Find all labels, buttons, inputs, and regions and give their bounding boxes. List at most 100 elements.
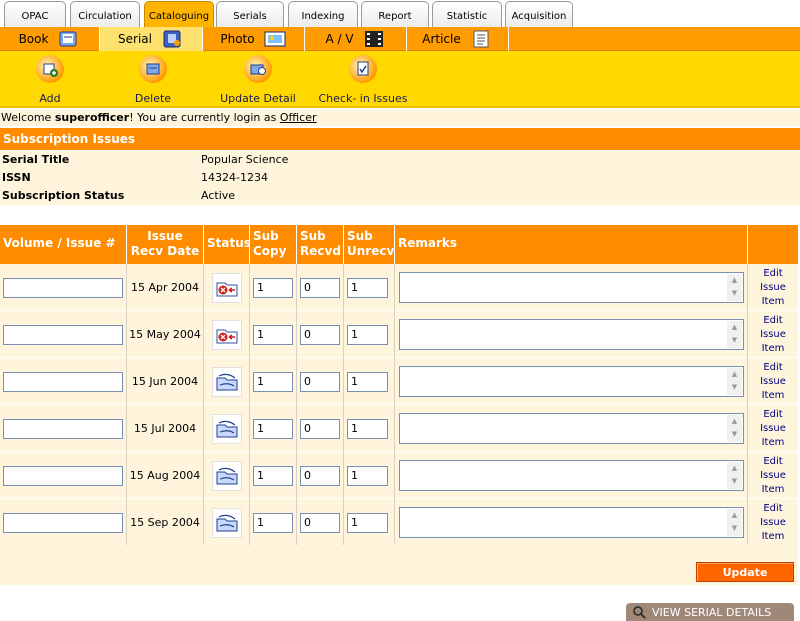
remarks-textarea[interactable]: ▲ ▼: [399, 507, 744, 538]
recv-date: 15 Sep 2004: [130, 516, 200, 529]
tab-statistic[interactable]: Statistic: [432, 1, 502, 28]
tab-cataloguing[interactable]: Cataloguing: [144, 1, 214, 28]
column-header-text: Status: [207, 236, 251, 250]
status-icon[interactable]: [211, 366, 242, 397]
remarks-scrollbar[interactable]: ▲ ▼: [727, 368, 742, 395]
check-in-issues-button[interactable]: Check- in Issues: [318, 55, 408, 105]
status-cell: [204, 358, 250, 405]
tab-circulation[interactable]: Circulation: [70, 1, 140, 28]
tab-indexing[interactable]: Indexing: [288, 1, 358, 28]
scroll-down-icon[interactable]: ▼: [727, 475, 742, 488]
update-button[interactable]: Update: [696, 562, 794, 582]
update-detail-button[interactable]: Update Detail: [218, 55, 298, 105]
edit-issue-item-link[interactable]: Edit Issue Item: [748, 267, 798, 309]
edit-issue-item-link[interactable]: Edit Issue Item: [748, 314, 798, 356]
scroll-down-icon[interactable]: ▼: [727, 334, 742, 347]
edit-link-line: Issue: [760, 375, 786, 387]
scroll-up-icon[interactable]: ▲: [727, 368, 742, 381]
scroll-down-icon[interactable]: ▼: [727, 428, 742, 441]
sub-unrecv-input[interactable]: [347, 465, 388, 486]
column-header-volume: Volume / Issue #: [0, 225, 127, 264]
volume-input[interactable]: [3, 418, 123, 439]
tab-serials[interactable]: Serials: [216, 1, 284, 28]
sub-copy-input[interactable]: [253, 465, 293, 486]
welcome-user: superofficer: [54, 111, 130, 124]
scroll-up-icon[interactable]: ▲: [727, 509, 742, 522]
subnav-label: Photo: [220, 32, 255, 46]
scroll-up-icon[interactable]: ▲: [727, 415, 742, 428]
edit-issue-item-link[interactable]: Edit Issue Item: [748, 455, 798, 497]
recv-date: 15 Jul 2004: [133, 422, 197, 435]
edit-cell: Edit Issue Item: [748, 264, 798, 311]
sub-recvd-input[interactable]: [300, 277, 340, 298]
remarks-textarea[interactable]: ▲ ▼: [399, 319, 744, 350]
info-label: Subscription Status: [2, 189, 125, 202]
volume-input[interactable]: [3, 512, 123, 533]
scroll-down-icon[interactable]: ▼: [727, 522, 742, 535]
sub-copy-cell: [250, 405, 297, 452]
table-row: 15 Aug 2004 ▲ ▼ Edit Issue Item: [0, 452, 798, 499]
subnav-av[interactable]: A / V: [305, 27, 407, 51]
status-icon[interactable]: [211, 272, 242, 303]
tab-label: Acquisition: [511, 10, 567, 22]
role-link[interactable]: Officer: [280, 111, 317, 124]
volume-input[interactable]: [3, 371, 123, 392]
tab-report[interactable]: Report: [361, 1, 429, 28]
check-in-issues-label: Check- in Issues: [318, 92, 408, 105]
sub-unrecv-input[interactable]: [347, 324, 388, 345]
status-icon[interactable]: [211, 460, 242, 491]
book-icon: [59, 31, 77, 47]
sub-recvd-input[interactable]: [300, 512, 340, 533]
subnav-book[interactable]: Book: [0, 27, 100, 51]
remarks-scrollbar[interactable]: ▲ ▼: [727, 415, 742, 442]
delete-button[interactable]: Delete: [123, 55, 183, 105]
tab-acquisition[interactable]: Acquisition: [505, 1, 573, 28]
remarks-scrollbar[interactable]: ▲ ▼: [727, 274, 742, 301]
add-button[interactable]: Add: [20, 55, 80, 105]
volume-input[interactable]: [3, 277, 123, 298]
sub-copy-input[interactable]: [253, 277, 293, 298]
sub-copy-input[interactable]: [253, 371, 293, 392]
status-icon[interactable]: [211, 507, 242, 538]
edit-issue-item-link[interactable]: Edit Issue Item: [748, 502, 798, 544]
status-icon[interactable]: [211, 413, 242, 444]
sub-recvd-input[interactable]: [300, 465, 340, 486]
remarks-textarea[interactable]: ▲ ▼: [399, 413, 744, 444]
sub-recvd-input[interactable]: [300, 324, 340, 345]
table-row: 15 Jul 2004 ▲ ▼ Edit Issue Item: [0, 405, 798, 452]
sub-recvd-input[interactable]: [300, 418, 340, 439]
remarks-scrollbar[interactable]: ▲ ▼: [727, 462, 742, 489]
tab-opac[interactable]: OPAC: [4, 1, 66, 28]
remarks-textarea[interactable]: ▲ ▼: [399, 272, 744, 303]
sub-unrecv-input[interactable]: [347, 371, 388, 392]
subnav-serial[interactable]: Serial: [100, 27, 203, 51]
edit-issue-item-link[interactable]: Edit Issue Item: [748, 408, 798, 450]
scroll-up-icon[interactable]: ▲: [727, 321, 742, 334]
subnav-article[interactable]: Article: [407, 27, 509, 51]
volume-input[interactable]: [3, 465, 123, 486]
volume-input[interactable]: [3, 324, 123, 345]
sub-unrecv-input[interactable]: [347, 512, 388, 533]
photo-icon: [264, 31, 286, 47]
remarks-scrollbar[interactable]: ▲ ▼: [727, 509, 742, 536]
sub-recvd-cell: [297, 311, 344, 358]
edit-issue-item-link[interactable]: Edit Issue Item: [748, 361, 798, 403]
edit-link-line: Item: [761, 436, 785, 448]
sub-copy-input[interactable]: [253, 512, 293, 533]
sub-recvd-cell: [297, 499, 344, 546]
scroll-down-icon[interactable]: ▼: [727, 287, 742, 300]
remarks-textarea[interactable]: ▲ ▼: [399, 366, 744, 397]
sub-recvd-input[interactable]: [300, 371, 340, 392]
sub-copy-input[interactable]: [253, 324, 293, 345]
scroll-up-icon[interactable]: ▲: [727, 274, 742, 287]
subnav-photo[interactable]: Photo: [203, 27, 305, 51]
status-icon[interactable]: [211, 319, 242, 350]
sub-unrecv-input[interactable]: [347, 418, 388, 439]
sub-copy-input[interactable]: [253, 418, 293, 439]
remarks-textarea[interactable]: ▲ ▼: [399, 460, 744, 491]
remarks-scrollbar[interactable]: ▲ ▼: [727, 321, 742, 348]
sub-unrecv-input[interactable]: [347, 277, 388, 298]
view-serial-details-button[interactable]: VIEW SERIAL DETAILS: [626, 603, 794, 621]
scroll-up-icon[interactable]: ▲: [727, 462, 742, 475]
scroll-down-icon[interactable]: ▼: [727, 381, 742, 394]
